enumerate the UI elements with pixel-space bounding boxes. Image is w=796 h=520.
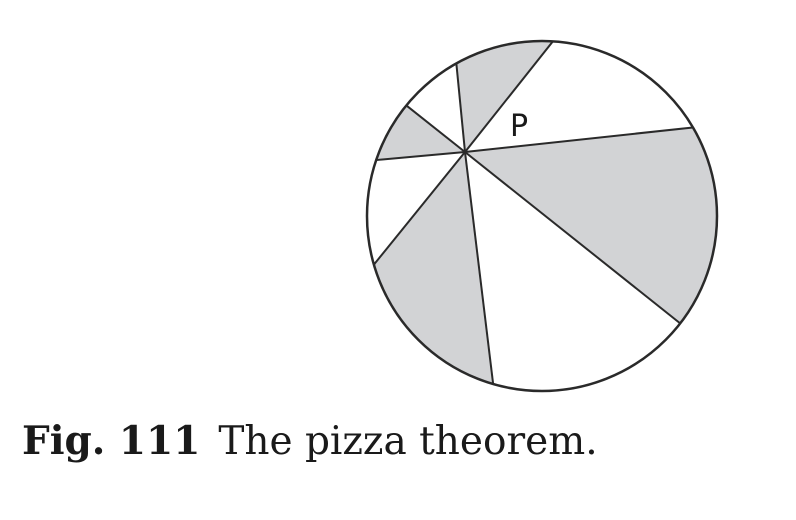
pizza-diagram: P [365,39,719,393]
figure-caption: Fig. 111 The pizza theorem. [22,418,598,466]
point-p-label: P [510,109,528,144]
pizza-sectors [367,41,717,391]
figure-number: Fig. 111 [22,418,201,464]
caption-text: The pizza theorem. [218,419,598,464]
